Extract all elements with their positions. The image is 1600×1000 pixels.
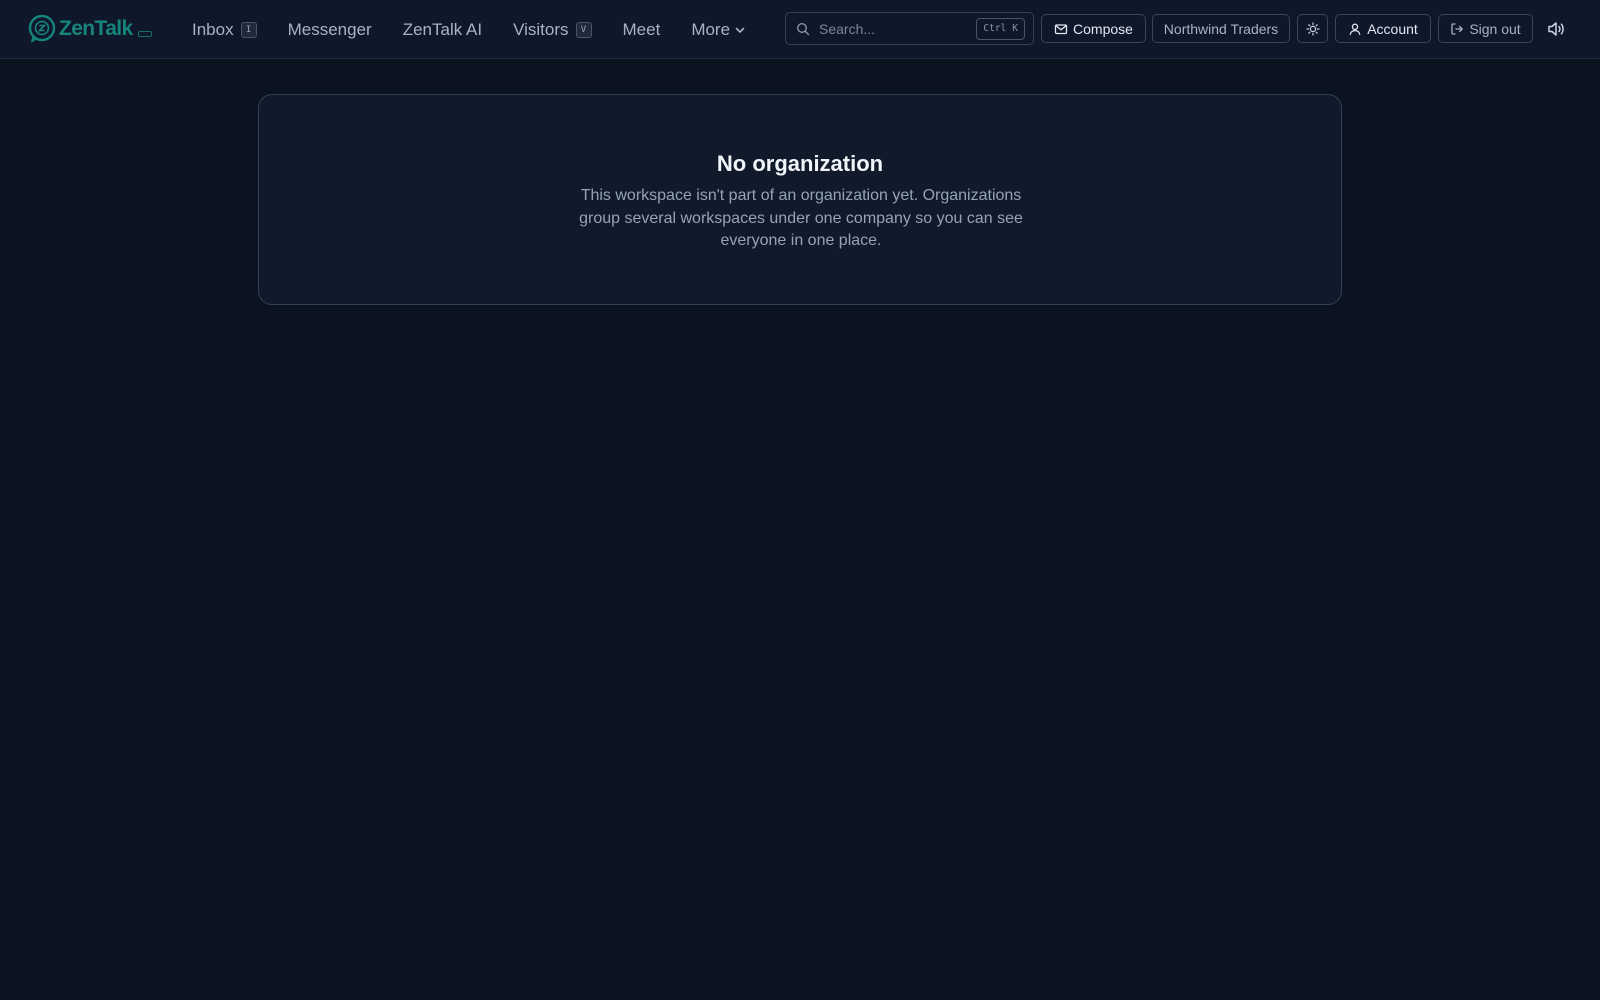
shortcut-key: K [1012,23,1018,34]
sun-icon [1305,21,1320,36]
compose-button[interactable]: Compose [1041,14,1146,43]
search-input[interactable] [819,20,977,37]
search-box[interactable]: Ctrl K [785,12,1034,45]
nav-item-label: Meet [622,19,661,39]
sign-out-label: Sign out [1469,20,1521,37]
nav-item-visitors[interactable]: Visitors V [513,19,592,40]
nav-item-label: Messenger [287,19,372,39]
empty-state-description: This workspace isn't part of an organiza… [579,187,1023,249]
main-nav: Inbox I Messenger ZenTalk AI Visitors V … [192,0,777,59]
theme-toggle-button[interactable] [1297,14,1328,43]
nav-more-dropdown[interactable]: More [691,20,746,40]
nav-item-messenger[interactable]: Messenger [288,20,372,40]
log-out-icon [1451,22,1464,35]
user-icon [1349,23,1361,35]
nav-item-label: More [691,19,731,39]
volume-icon [1548,22,1564,36]
empty-state-title: No organization [716,151,884,176]
brand-name: ZenTalk [59,17,133,40]
workspace-label: Northwind Traders [1163,20,1279,37]
brand-tag-icon [137,31,152,37]
shortcut-modifier: Ctrl [983,23,1007,34]
nav-item-label: ZenTalk AI [402,19,483,39]
nav-item-label: Inbox [192,19,234,39]
search-icon [796,22,810,35]
nav-item-inbox[interactable]: Inbox I [192,20,257,40]
top-navigation-bar: ZenTalk Inbox I Messenger ZenTalk AI Vis… [0,0,1600,59]
nav-item-meet[interactable]: Meet [623,20,661,40]
compose-label: Compose [1073,20,1133,37]
nav-item-label: Visitors [513,19,569,39]
chevron-down-icon [735,27,745,33]
sound-toggle-button[interactable] [1546,19,1566,44]
workspace-switcher[interactable]: Northwind Traders [1152,14,1290,43]
shortcut-badge: I [240,21,257,38]
nav-item-zentalk-ai[interactable]: ZenTalk AI [403,20,482,40]
empty-state-card: No organization This workspace isn't par… [258,94,1342,305]
zentalk-logo[interactable]: ZenTalk [27,13,152,45]
shortcut-badge: V [575,21,592,38]
sign-out-button[interactable]: Sign out [1438,14,1533,43]
mail-icon [1054,23,1068,34]
account-label: Account [1367,20,1418,37]
account-button[interactable]: Account [1335,14,1431,43]
zentalk-logo-icon [28,14,56,43]
search-shortcut-hint: Ctrl K [976,17,1025,40]
